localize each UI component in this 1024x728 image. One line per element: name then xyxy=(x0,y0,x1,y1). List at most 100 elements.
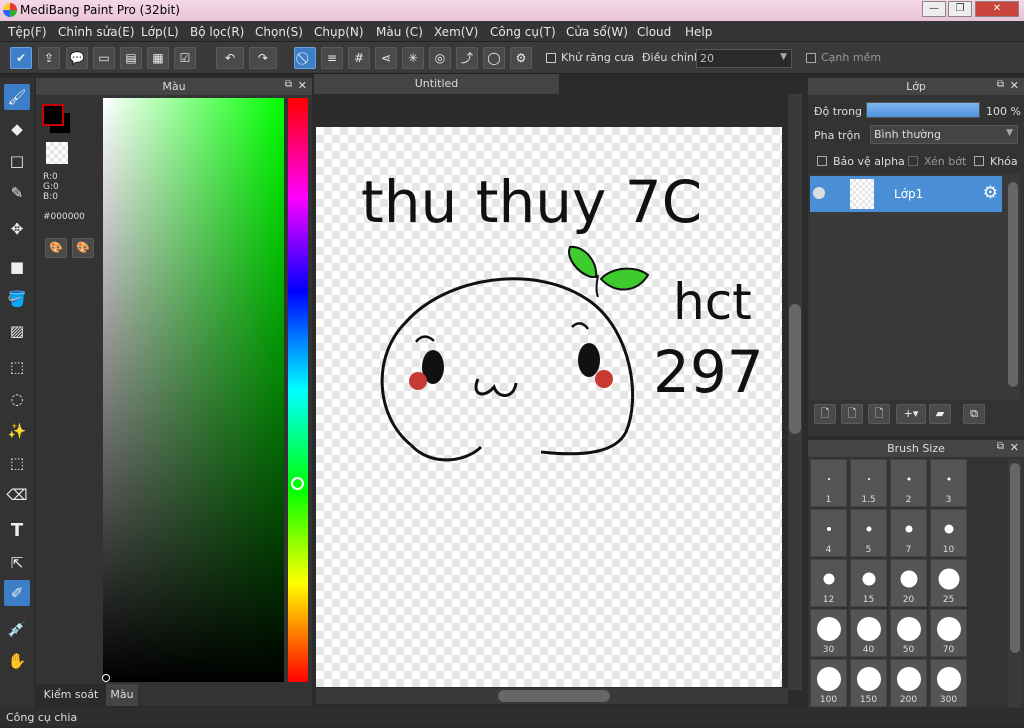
fill-rect-tool-icon[interactable]: ■ xyxy=(4,254,30,280)
clipping-checkbox[interactable] xyxy=(908,156,918,166)
parallel-snap-icon[interactable]: ≡ xyxy=(321,47,343,69)
antialias-checkbox[interactable] xyxy=(546,53,556,63)
transparent-color-swatch[interactable] xyxy=(46,142,68,164)
eraser-tool-icon[interactable]: ◆ xyxy=(4,116,30,142)
brush-size-option[interactable]: 20 xyxy=(890,559,927,607)
brush-size-option[interactable]: 3 xyxy=(930,459,967,507)
tab-brush-control[interactable]: Kiểm soát cọ xyxy=(36,684,106,723)
divide-tool-icon[interactable]: ✐ xyxy=(4,580,30,606)
hue-slider-handle[interactable] xyxy=(291,477,304,490)
lock-checkbox[interactable] xyxy=(974,156,984,166)
magic-wand-tool-icon[interactable]: ✨ xyxy=(4,418,30,444)
layer-scrollbar-thumb[interactable] xyxy=(1008,182,1018,387)
new-8bit-layer-icon[interactable]: 🗋 xyxy=(868,404,890,424)
menu-help[interactable]: Help xyxy=(685,25,712,39)
share-icon[interactable]: ⇪ xyxy=(38,47,60,69)
lasso-tool-icon[interactable]: ◌ xyxy=(4,386,30,412)
layer-row[interactable]: Lớp1 ⚙ xyxy=(810,176,1002,212)
ellipse-snap-icon[interactable]: ◯ xyxy=(483,47,505,69)
text-tool-icon[interactable]: T xyxy=(4,518,30,544)
cloud-save-icon[interactable]: ✔ xyxy=(10,47,32,69)
brush-size-option[interactable]: 200 xyxy=(890,659,927,707)
menu-tools[interactable]: Công cụ(T) xyxy=(490,25,556,39)
blur-tool-icon[interactable]: ✎ xyxy=(4,180,30,206)
move-tool-icon[interactable]: ✥ xyxy=(4,216,30,242)
brush-size-option[interactable]: 100 xyxy=(810,659,847,707)
foreground-color-swatch[interactable] xyxy=(42,104,64,126)
document-tab[interactable]: Untitled xyxy=(314,74,559,94)
popout-icon[interactable]: ⧉ xyxy=(997,441,1004,452)
curve-snap-icon[interactable]: ⤴ xyxy=(456,47,478,69)
minimize-button[interactable]: — xyxy=(922,1,946,17)
brush-size-option[interactable]: 1.5 xyxy=(850,459,887,507)
menu-file[interactable]: Tệp(F) xyxy=(8,25,47,39)
brush-size-option[interactable]: 150 xyxy=(850,659,887,707)
concentric-snap-icon[interactable]: ◎ xyxy=(429,47,451,69)
tab-color[interactable]: Màu xyxy=(106,684,138,706)
brush-size-option[interactable]: 300 xyxy=(930,659,967,707)
grid-snap-icon[interactable]: # xyxy=(348,47,370,69)
brush-size-option[interactable]: 15 xyxy=(850,559,887,607)
add-layer-menu-icon[interactable]: +▾ xyxy=(896,404,926,424)
menu-view[interactable]: Xem(V) xyxy=(434,25,478,39)
brush-size-option[interactable]: 25 xyxy=(930,559,967,607)
new-halftone-layer-icon[interactable]: 🗋 xyxy=(841,404,863,424)
menu-edit[interactable]: Chỉnh sửa(E) xyxy=(58,25,135,39)
duplicate-layer-icon[interactable]: ⧉ xyxy=(963,404,985,424)
brush-scrollbar-thumb[interactable] xyxy=(1010,463,1020,653)
blend-mode-dropdown[interactable]: Bình thường ▼ xyxy=(870,125,1018,144)
close-icon[interactable]: ✕ xyxy=(1010,441,1019,454)
dot-tool-icon[interactable]: □ xyxy=(4,148,30,174)
folder-icon[interactable]: ▰ xyxy=(929,404,951,424)
bucket-tool-icon[interactable]: 🪣 xyxy=(4,286,30,312)
saturation-value-picker[interactable] xyxy=(103,98,284,682)
gradient-tool-icon[interactable]: ▨ xyxy=(4,318,30,344)
palette-icon[interactable]: 🎨 xyxy=(45,238,67,258)
brush-size-option[interactable]: 4 xyxy=(810,509,847,557)
menu-snap[interactable]: Chụp(N) xyxy=(314,25,364,39)
speech-bubble-icon[interactable]: 💬 xyxy=(66,47,88,69)
radial-snap-icon[interactable]: ✳ xyxy=(402,47,424,69)
maximize-button[interactable]: ❐ xyxy=(948,1,972,17)
checklist-icon[interactable]: ☑ xyxy=(174,47,196,69)
protect-alpha-checkbox[interactable] xyxy=(817,156,827,166)
panel-layout-icon[interactable]: ▦ xyxy=(147,47,169,69)
new-layer-icon[interactable]: 🗋 xyxy=(814,404,836,424)
brush-scrollbar[interactable] xyxy=(1008,459,1022,707)
vertical-scrollbar-thumb[interactable] xyxy=(789,304,801,434)
brush-size-option[interactable]: 10 xyxy=(930,509,967,557)
brush-size-option[interactable]: 40 xyxy=(850,609,887,657)
operation-tool-icon[interactable]: ⇱ xyxy=(4,550,30,576)
brush-size-option[interactable]: 5 xyxy=(850,509,887,557)
close-button[interactable]: ✕ xyxy=(975,1,1019,17)
brush-tool-icon[interactable]: 🖌 xyxy=(4,84,30,110)
soft-edge-checkbox[interactable] xyxy=(806,53,816,63)
close-icon[interactable]: ✕ xyxy=(298,79,307,92)
close-icon[interactable]: ✕ xyxy=(1010,79,1019,92)
brush-size-option[interactable]: 70 xyxy=(930,609,967,657)
sv-picker-cursor[interactable] xyxy=(102,674,110,682)
brush-size-option[interactable]: 50 xyxy=(890,609,927,657)
drawing-canvas[interactable]: thu thuy 7C hct 297 xyxy=(316,127,782,687)
vertical-scrollbar[interactable] xyxy=(788,94,802,690)
snap-off-icon[interactable]: ⃠ xyxy=(294,47,316,69)
hand-tool-icon[interactable]: ✋ xyxy=(4,648,30,674)
redo-icon[interactable]: ↷ xyxy=(249,47,277,69)
select-pen-tool-icon[interactable]: ⬚ xyxy=(4,450,30,476)
select-tool-icon[interactable]: ⬚ xyxy=(4,354,30,380)
horizontal-scrollbar-thumb[interactable] xyxy=(498,690,610,702)
brush-size-option[interactable]: 30 xyxy=(810,609,847,657)
menu-layer[interactable]: Lớp(L) xyxy=(141,25,179,39)
menu-cloud[interactable]: Cloud xyxy=(637,25,671,39)
layer-scrollbar[interactable] xyxy=(1006,174,1020,400)
comic-bubble-icon[interactable]: ▭ xyxy=(93,47,115,69)
palette-settings-icon[interactable]: 🎨 xyxy=(72,238,94,258)
brush-size-option[interactable]: 2 xyxy=(890,459,927,507)
menu-select[interactable]: Chọn(S) xyxy=(255,25,303,39)
menu-color[interactable]: Màu (C) xyxy=(376,25,423,39)
undo-icon[interactable]: ↶ xyxy=(216,47,244,69)
popout-icon[interactable]: ⧉ xyxy=(285,79,292,90)
eyedropper-tool-icon[interactable]: 💉 xyxy=(4,616,30,642)
adjust-dropdown[interactable]: 20 ▼ xyxy=(696,49,792,68)
brush-size-option[interactable]: 7 xyxy=(890,509,927,557)
